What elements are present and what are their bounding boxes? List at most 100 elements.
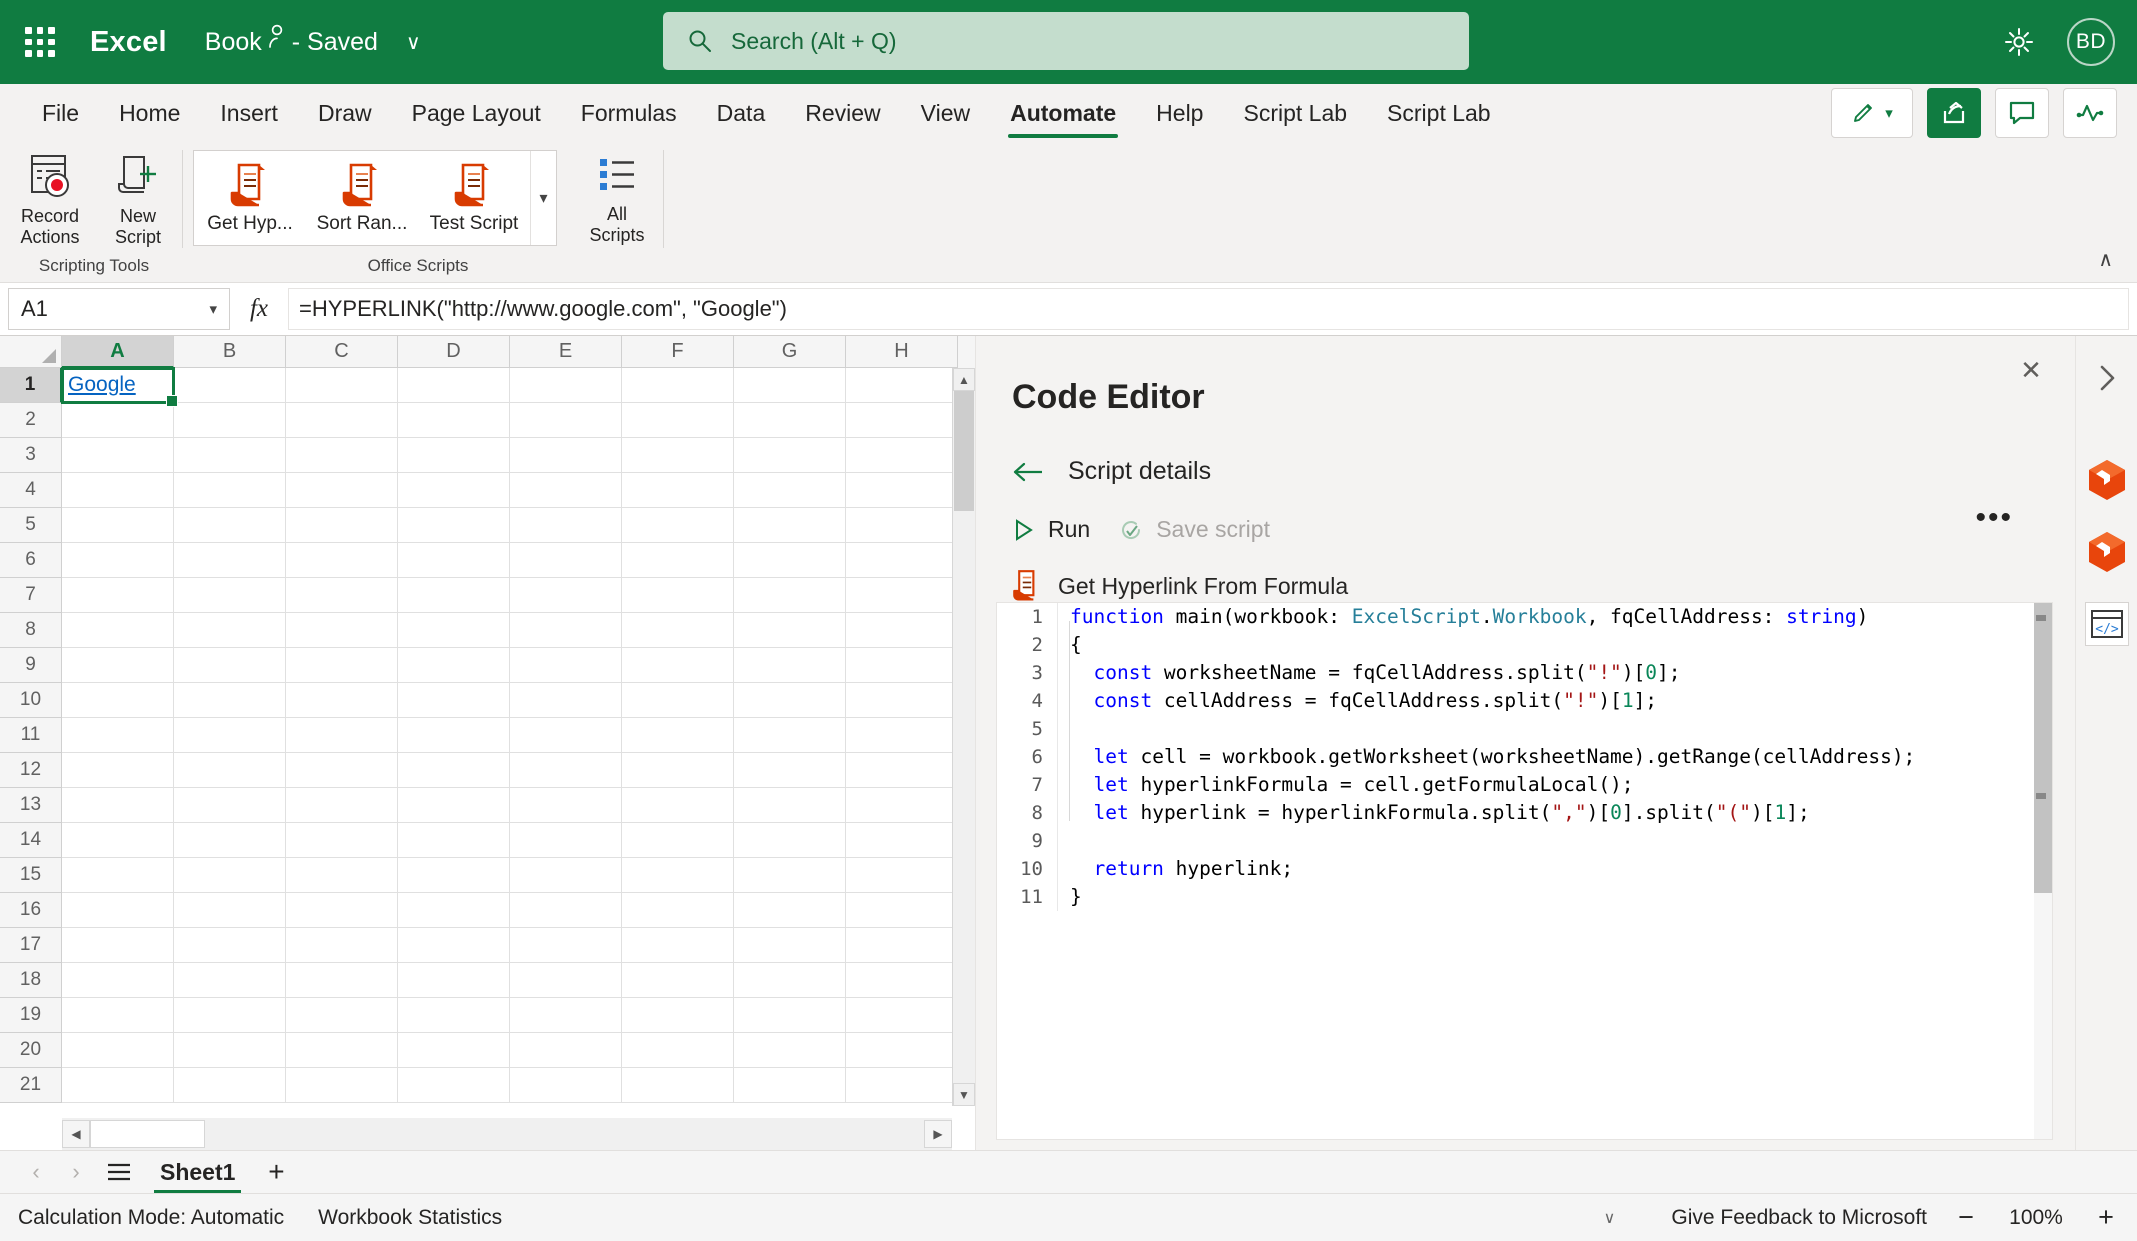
cell-b13[interactable] [174,788,286,823]
cell-b7[interactable] [174,578,286,613]
column-header-h[interactable]: H [846,336,958,368]
add-sheet-button[interactable]: + [253,1152,299,1192]
code-text[interactable]: { [1057,631,2052,659]
cell-b20[interactable] [174,1033,286,1068]
cell-c11[interactable] [286,718,398,753]
cell-d14[interactable] [398,823,510,858]
cell-h18[interactable] [846,963,958,998]
tab-review[interactable]: Review [785,84,900,142]
column-header-b[interactable]: B [174,336,286,368]
editing-pencil-button[interactable]: ▾ [1831,88,1913,138]
cell-g6[interactable] [734,543,846,578]
cell-b10[interactable] [174,683,286,718]
row-header-7[interactable]: 7 [0,578,62,613]
cell-b14[interactable] [174,823,286,858]
cell-e17[interactable] [510,928,622,963]
cell-b4[interactable] [174,473,286,508]
document-title[interactable]: Book - Saved [205,24,378,58]
name-box[interactable]: A1 ▾ [8,288,230,330]
zoom-in-button[interactable]: + [2093,1202,2119,1233]
cell-a8[interactable] [62,613,174,648]
column-header-d[interactable]: D [398,336,510,368]
code-text[interactable] [1057,715,2052,743]
cell-f21[interactable] [622,1068,734,1103]
run-script-button[interactable]: Run [1010,516,1090,543]
row-header-9[interactable]: 9 [0,648,62,683]
cell-g16[interactable] [734,893,846,928]
cell-b11[interactable] [174,718,286,753]
cell-d2[interactable] [398,403,510,438]
cell-c19[interactable] [286,998,398,1033]
cell-c16[interactable] [286,893,398,928]
row-header-8[interactable]: 8 [0,613,62,648]
cell-g10[interactable] [734,683,846,718]
cell-a18[interactable] [62,963,174,998]
cell-f17[interactable] [622,928,734,963]
insert-function-button[interactable]: fx [230,288,288,330]
cell-f18[interactable] [622,963,734,998]
cell-h8[interactable] [846,613,958,648]
cell-b1[interactable] [174,368,286,403]
row-header-13[interactable]: 13 [0,788,62,823]
horizontal-scroll-thumb[interactable] [90,1120,205,1148]
cell-g11[interactable] [734,718,846,753]
cell-h1[interactable] [846,368,958,403]
script-gallery-item-sort-range[interactable]: Sort Ran... [306,151,418,245]
row-header-6[interactable]: 6 [0,543,62,578]
row-header-10[interactable]: 10 [0,683,62,718]
cell-e7[interactable] [510,578,622,613]
code-text[interactable]: let hyperlinkFormula = cell.getFormulaLo… [1057,771,2052,799]
all-scripts-button[interactable]: All Scripts [571,148,663,246]
grid-horizontal-scrollbar[interactable]: ◀ ▶ [62,1118,952,1150]
gallery-more-chevron-icon[interactable]: ▾ [530,151,556,245]
scroll-left-arrow-icon[interactable]: ◀ [62,1120,90,1148]
cell-g5[interactable] [734,508,846,543]
cell-b17[interactable] [174,928,286,963]
row-header-12[interactable]: 12 [0,753,62,788]
script-lab-icon[interactable] [2085,530,2129,574]
cell-e12[interactable] [510,753,622,788]
cell-h15[interactable] [846,858,958,893]
cell-a20[interactable] [62,1033,174,1068]
cell-e3[interactable] [510,438,622,473]
cell-d4[interactable] [398,473,510,508]
select-all-corner[interactable] [0,336,62,368]
scroll-right-arrow-icon[interactable]: ▶ [924,1120,952,1148]
row-header-2[interactable]: 2 [0,403,62,438]
zoom-level[interactable]: 100% [2005,1206,2067,1230]
cell-e8[interactable] [510,613,622,648]
tab-script-lab-2[interactable]: Script Lab [1367,84,1511,142]
app-launcher-icon[interactable] [18,20,62,64]
scroll-up-arrow-icon[interactable]: ▲ [953,368,975,391]
cell-e1[interactable] [510,368,622,403]
cell-g2[interactable] [734,403,846,438]
cell-b5[interactable] [174,508,286,543]
cell-b3[interactable] [174,438,286,473]
row-header-21[interactable]: 21 [0,1068,62,1103]
cell-a11[interactable] [62,718,174,753]
cell-b18[interactable] [174,963,286,998]
tab-script-lab-1[interactable]: Script Lab [1223,84,1367,142]
row-header-14[interactable]: 14 [0,823,62,858]
cell-c14[interactable] [286,823,398,858]
cell-c4[interactable] [286,473,398,508]
cell-d10[interactable] [398,683,510,718]
cell-c12[interactable] [286,753,398,788]
cell-a1[interactable]: Google [61,367,178,407]
row-header-4[interactable]: 4 [0,473,62,508]
cell-d1[interactable] [398,368,510,403]
activity-button[interactable] [2063,88,2117,138]
cell-c13[interactable] [286,788,398,823]
cell-e6[interactable] [510,543,622,578]
cell-e13[interactable] [510,788,622,823]
cell-b19[interactable] [174,998,286,1033]
code-text[interactable]: } [1057,883,2052,911]
cell-g3[interactable] [734,438,846,473]
tab-data[interactable]: Data [697,84,786,142]
cell-e10[interactable] [510,683,622,718]
code-text[interactable]: let cell = workbook.getWorksheet(workshe… [1057,743,2052,771]
tab-draw[interactable]: Draw [298,84,392,142]
cell-g1[interactable] [734,368,846,403]
tab-file[interactable]: File [22,84,99,142]
code-editor-icon[interactable]: </> [2084,602,2129,646]
